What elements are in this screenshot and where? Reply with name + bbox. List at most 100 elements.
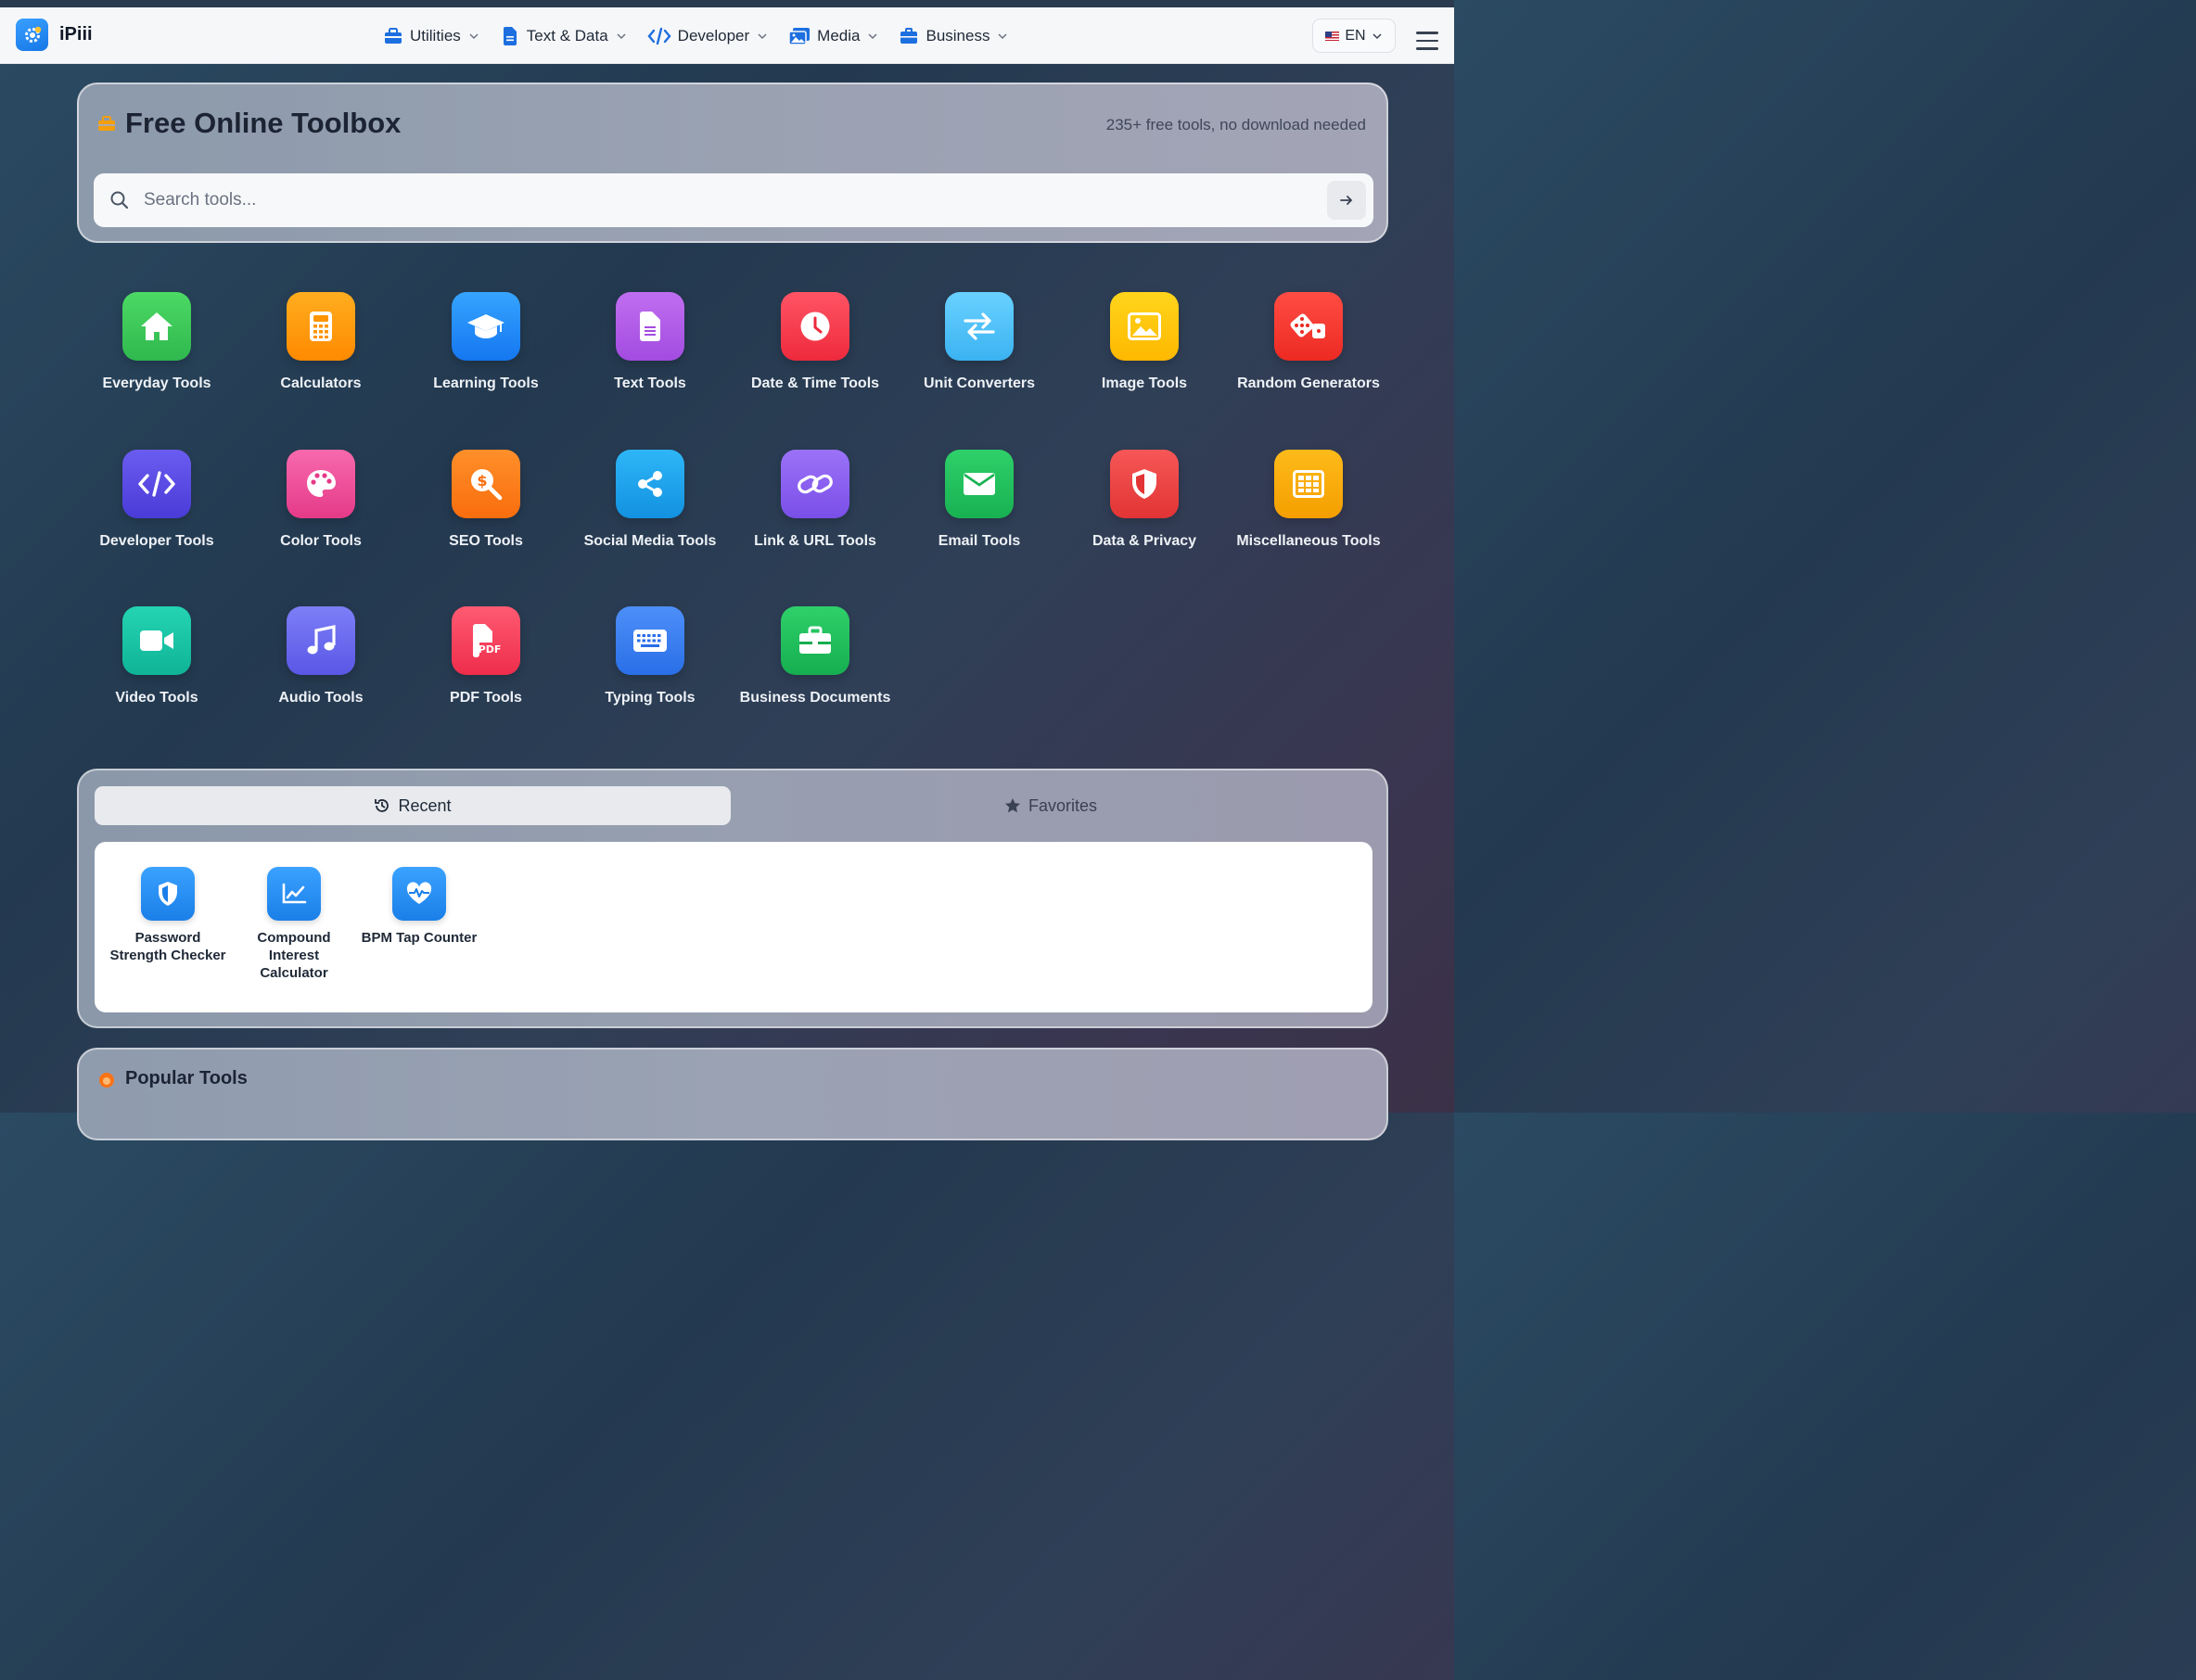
category-label: Calculators: [280, 375, 362, 391]
category-label: SEO Tools: [449, 533, 523, 549]
images-icon: [788, 26, 811, 46]
category-unit-converters[interactable]: Unit Converters: [897, 292, 1062, 395]
chevron-down-icon: [868, 32, 878, 39]
category-data-privacy[interactable]: Data & Privacy: [1062, 450, 1227, 553]
file-text-icon: [500, 26, 520, 46]
tab-recent[interactable]: Recent: [95, 786, 731, 825]
recent-tool-label: BPM Tap Counter: [361, 930, 478, 946]
category-pdf-tools[interactable]: PDF PDF Tools: [403, 606, 568, 709]
category-label: Text Tools: [614, 375, 686, 391]
chevron-down-icon: [1372, 32, 1382, 39]
shield-icon: [141, 867, 195, 921]
category-audio-tools[interactable]: Audio Tools: [238, 606, 403, 709]
search-bar: [94, 173, 1373, 227]
hero-card: Free Online Toolbox 235+ free tools, no …: [77, 83, 1388, 243]
nav-developer[interactable]: Developer: [647, 7, 769, 64]
page-title: Free Online Toolbox: [125, 107, 402, 139]
briefcase-icon: [899, 26, 919, 46]
search-icon: [110, 191, 129, 210]
category-typing-tools[interactable]: Typing Tools: [568, 606, 733, 709]
category-email-tools[interactable]: Email Tools: [897, 450, 1062, 553]
svg-text:$: $: [477, 472, 487, 490]
category-business-documents[interactable]: Business Documents: [733, 606, 898, 709]
graduation-cap-icon: [452, 292, 520, 361]
brand[interactable]: iPiii: [16, 19, 93, 51]
recent-tool-label: Password Strength Checker: [109, 930, 226, 963]
menu-icon[interactable]: [1416, 32, 1438, 50]
nav-media[interactable]: Media: [788, 7, 878, 64]
nav-text-data-label: Text & Data: [526, 26, 608, 45]
envelope-icon: [945, 450, 1014, 518]
us-flag-icon: [1325, 31, 1340, 41]
language-label: EN: [1345, 27, 1366, 44]
chevron-down-icon: [998, 32, 1007, 39]
search-input[interactable]: [144, 185, 1303, 216]
video-camera-icon: [122, 606, 191, 675]
category-image-tools[interactable]: Image Tools: [1062, 292, 1227, 395]
category-label: Color Tools: [280, 533, 362, 549]
main-nav: Utilities Text & Data Developer Media Bu…: [383, 7, 1028, 64]
code-icon: [647, 26, 671, 46]
category-social-media-tools[interactable]: Social Media Tools: [568, 450, 733, 553]
category-random-generators[interactable]: Random Generators: [1226, 292, 1391, 395]
clock-icon: [781, 292, 849, 361]
category-label: Data & Privacy: [1092, 533, 1197, 549]
nav-text-data[interactable]: Text & Data: [500, 7, 627, 64]
recent-tool-label: Compound Interest Calculator: [257, 930, 331, 981]
category-label: Date & Time Tools: [750, 375, 880, 391]
tab-favorites[interactable]: Favorites: [731, 786, 1371, 825]
home-icon: [122, 292, 191, 361]
recent-tools-list: Password Strength Checker Compound Inter…: [95, 842, 1372, 1012]
line-chart-icon: [267, 867, 321, 921]
recent-tool-compound-interest-calculator[interactable]: Compound Interest Calculator: [234, 867, 354, 982]
category-label: Developer Tools: [99, 533, 214, 549]
category-label: Unit Converters: [923, 375, 1036, 391]
category-text-tools[interactable]: Text Tools: [568, 292, 733, 395]
category-label: Image Tools: [1101, 375, 1188, 391]
category-developer-tools[interactable]: Developer Tools: [74, 450, 239, 553]
category-date-time-tools[interactable]: Date & Time Tools: [733, 292, 898, 395]
category-calculators[interactable]: Calculators: [238, 292, 403, 395]
nav-business-label: Business: [926, 26, 990, 45]
tab-favorites-label: Favorites: [1028, 795, 1098, 815]
category-color-tools[interactable]: Color Tools: [238, 450, 403, 553]
category-label: Business Documents: [739, 690, 891, 706]
category-learning-tools[interactable]: Learning Tools: [403, 292, 568, 395]
nav-developer-label: Developer: [677, 26, 750, 45]
category-miscellaneous-tools[interactable]: Miscellaneous Tools: [1226, 450, 1391, 553]
category-label: Miscellaneous Tools: [1236, 533, 1381, 549]
recent-tool-password-strength-checker[interactable]: Password Strength Checker: [108, 867, 228, 964]
popular-tools-section: Popular Tools: [77, 1048, 1388, 1140]
shield-icon: [1110, 450, 1179, 518]
recent-tool-bpm-tap-counter[interactable]: BPM Tap Counter: [359, 867, 479, 947]
link-icon: [781, 450, 849, 518]
calculator-icon: [287, 292, 355, 361]
document-icon: [616, 292, 684, 361]
category-seo-tools[interactable]: $ SEO Tools: [403, 450, 568, 553]
fire-icon: [99, 1072, 114, 1088]
chevron-down-icon: [617, 32, 626, 39]
recent-favorites-panel: Recent Favorites Password Strength Check…: [77, 769, 1388, 1028]
category-label: Typing Tools: [605, 690, 696, 706]
nav-business[interactable]: Business: [899, 7, 1008, 64]
chevron-down-icon: [758, 32, 767, 39]
chevron-down-icon: [469, 32, 479, 39]
category-link-url-tools[interactable]: Link & URL Tools: [733, 450, 898, 553]
music-note-icon: [287, 606, 355, 675]
nav-utilities[interactable]: Utilities: [383, 7, 479, 64]
top-navbar: iPiii Utilities Text & Data Developer Me…: [0, 7, 1454, 64]
category-label: PDF Tools: [450, 690, 522, 706]
keyboard-icon: [616, 606, 684, 675]
hero-title: Free Online Toolbox: [97, 107, 401, 140]
share-icon: [616, 450, 684, 518]
category-everyday-tools[interactable]: Everyday Tools: [74, 292, 239, 395]
star-icon: [1004, 798, 1020, 813]
language-selector[interactable]: EN: [1312, 19, 1396, 53]
category-label: Learning Tools: [433, 375, 539, 391]
category-video-tools[interactable]: Video Tools: [74, 606, 239, 709]
search-submit-button[interactable]: [1327, 181, 1366, 220]
nav-utilities-label: Utilities: [410, 26, 461, 45]
category-label: Link & URL Tools: [754, 533, 876, 549]
svg-text:PDF: PDF: [479, 643, 502, 655]
window-top-strip: [0, 0, 1454, 7]
